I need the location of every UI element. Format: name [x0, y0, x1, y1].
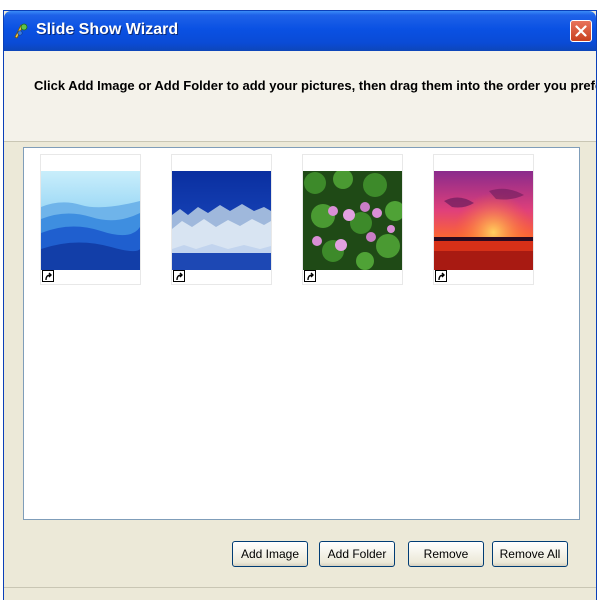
shortcut-arrow-icon [304, 270, 316, 282]
instruction-text: Click Add Image or Add Folder to add you… [34, 78, 597, 93]
winter-forest-image [172, 171, 271, 270]
water-lilies-image [303, 171, 402, 270]
picture-list[interactable] [23, 147, 580, 520]
picture-thumbnail-water-lilies[interactable] [302, 154, 403, 285]
picture-thumbnail-blue-hills[interactable] [40, 154, 141, 285]
remove-button[interactable]: Remove [408, 541, 484, 567]
wizard-app-icon [12, 22, 30, 40]
close-icon [575, 25, 587, 37]
shortcut-arrow-icon [435, 270, 447, 282]
shortcut-arrow-icon [42, 270, 54, 282]
remove-all-button[interactable]: Remove All [492, 541, 568, 567]
picture-thumbnail-winter-forest[interactable] [171, 154, 272, 285]
close-button[interactable] [570, 20, 592, 42]
picture-thumbnail-sunset[interactable] [433, 154, 534, 285]
blue-hills-image [41, 171, 140, 270]
add-folder-button[interactable]: Add Folder [319, 541, 395, 567]
sunset-image [434, 171, 533, 270]
footer-divider [4, 587, 596, 588]
add-image-button[interactable]: Add Image [232, 541, 308, 567]
slide-show-wizard-window: Slide Show Wizard Click Add Image or Add… [3, 10, 597, 600]
shortcut-arrow-icon [173, 270, 185, 282]
window-title: Slide Show Wizard [36, 21, 179, 38]
title-bar[interactable]: Slide Show Wizard [4, 11, 596, 51]
wizard-header: Click Add Image or Add Folder to add you… [4, 51, 596, 142]
